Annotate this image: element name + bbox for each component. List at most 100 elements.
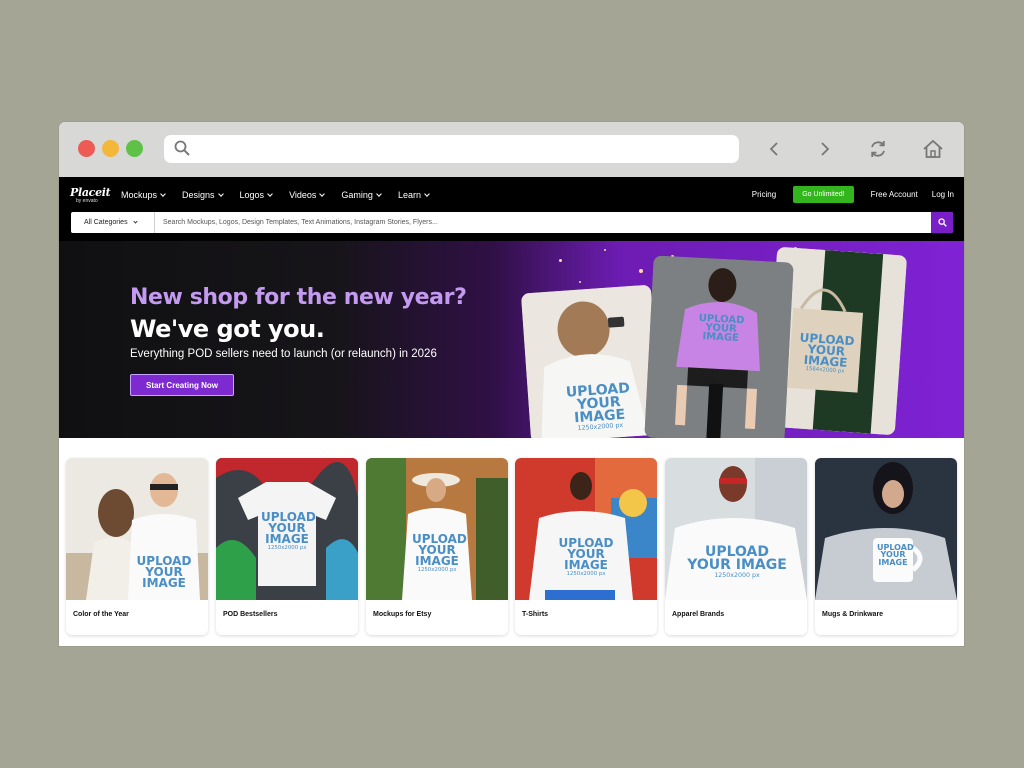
- start-creating-button[interactable]: Start Creating Now: [130, 374, 234, 396]
- menu-item-logos[interactable]: Logos: [240, 190, 273, 200]
- card-label: POD Bestsellers: [223, 611, 278, 618]
- print-text: UPLOAD YOUR IMAGE: [558, 536, 614, 573]
- print-text: UPLOAD YOUR IMAGE: [687, 544, 787, 573]
- category-card-mockups-for-etsy[interactable]: UPLOAD YOUR IMAGE 1250x2000 px Mockups fo…: [366, 458, 508, 635]
- category-card-t-shirts[interactable]: UPLOAD YOUR IMAGE 1250x2000 px T-Shirts: [515, 458, 657, 635]
- chevron-right-icon: [821, 142, 830, 156]
- home-icon: [923, 139, 943, 158]
- search-icon: [937, 218, 947, 227]
- category-card-mugs-drinkware[interactable]: UPLOAD YOUR IMAGE Mugs & Drinkware: [815, 458, 957, 635]
- back-button[interactable]: [761, 136, 787, 162]
- refresh-button[interactable]: [865, 136, 891, 162]
- upload-your-image-print: UPLOAD YOUR IMAGE 1250x2000 px: [261, 510, 316, 552]
- upload-your-image-print: UPLOAD YOUR IMAGE 1584x2000 px: [795, 330, 858, 376]
- category-card-apparel-brands[interactable]: UPLOAD YOUR IMAGE 1250x2000 px Apparel Br…: [665, 458, 807, 635]
- sparkle-decoration: [604, 249, 606, 251]
- print-dimensions: 1250x2000 px: [566, 571, 606, 578]
- hero-title-line2: We've got you.: [130, 315, 325, 343]
- card-image: UPLOAD YOUR IMAGE 1250x2000 px: [665, 458, 807, 600]
- hero-photo-hoodie: UPLOAD YOUR IMAGE: [644, 255, 794, 438]
- print-text: UPLOAD YOUR IMAGE: [799, 330, 855, 370]
- chevron-left-icon: [769, 142, 778, 156]
- go-unlimited-button[interactable]: Go Unlimited!: [793, 186, 854, 203]
- site-header: Placeit by envato Mockups Designs Logos …: [59, 177, 964, 241]
- site-search-button[interactable]: [931, 212, 953, 233]
- card-image: UPLOAD YOUR IMAGE 1250x2000 px: [216, 458, 358, 600]
- upload-your-image-print: UPLOAD YOUR IMAGE: [695, 312, 746, 345]
- hero-photo-illustration: [644, 255, 794, 438]
- card-label: Mugs & Drinkware: [822, 611, 884, 618]
- menu-item-videos[interactable]: Videos: [289, 190, 326, 200]
- refresh-icon: [871, 141, 885, 157]
- browser-toolbar: [59, 122, 964, 177]
- pricing-link[interactable]: Pricing: [752, 190, 776, 199]
- menu-item-learn[interactable]: Learn: [397, 190, 430, 200]
- card-label: T-Shirts: [522, 611, 549, 618]
- home-button[interactable]: [920, 136, 946, 162]
- maximize-window-button[interactable]: [126, 140, 143, 157]
- upload-your-image-print: UPLOAD YOUR IMAGE: [877, 544, 914, 567]
- chevron-down-icon: [132, 218, 138, 224]
- print-text: UPLOAD YOUR IMAGE: [261, 510, 316, 547]
- close-window-button[interactable]: [78, 140, 95, 157]
- chevron-down-icon: [160, 190, 166, 197]
- hero-banner: New shop for the new year? We've got you…: [59, 241, 964, 438]
- chevron-down-icon: [217, 190, 224, 197]
- sparkle-decoration: [639, 269, 643, 273]
- card-image: UPLOAD YOUR IMAGE: [66, 458, 208, 600]
- card-label: Apparel Brands: [672, 611, 725, 618]
- upload-your-image-print: UPLOAD YOUR IMAGE 1250x2000 px: [555, 536, 617, 578]
- free-account-link[interactable]: Free Account: [871, 190, 918, 199]
- menu-label: Designs: [182, 190, 215, 200]
- search-icon: [174, 140, 190, 156]
- minimize-window-button[interactable]: [102, 140, 119, 157]
- hero-title-line1: New shop for the new year?: [130, 285, 467, 310]
- sparkle-decoration: [559, 259, 562, 262]
- menu-label: Videos: [289, 190, 317, 200]
- upload-your-image-print: UPLOAD YOUR IMAGE 1250x2000 px: [558, 380, 641, 434]
- upload-your-image-print: UPLOAD YOUR IMAGE 1250x2000 px: [687, 544, 787, 579]
- login-link[interactable]: Log In: [932, 190, 954, 199]
- category-select[interactable]: All Categories: [71, 212, 155, 233]
- menu-item-mockups[interactable]: Mockups: [121, 190, 166, 200]
- category-select-value: All Categories: [84, 219, 128, 226]
- hero-photo-tshirt: UPLOAD YOUR IMAGE 1250x2000 px: [520, 284, 662, 438]
- account-nav: Pricing Go Unlimited! Free Account Log I…: [752, 186, 954, 203]
- upload-your-image-print: UPLOAD YOUR IMAGE 1250x2000 px: [412, 533, 467, 574]
- menu-item-gaming[interactable]: Gaming: [341, 190, 382, 200]
- menu-label: Learn: [397, 190, 421, 200]
- category-card-pod-bestsellers[interactable]: UPLOAD YOUR IMAGE 1250x2000 px POD Bestse…: [216, 458, 358, 635]
- upload-your-image-print: UPLOAD YOUR IMAGE: [136, 554, 192, 591]
- address-bar[interactable]: [164, 135, 739, 163]
- chevron-down-icon: [424, 190, 430, 197]
- category-cards: UPLOAD YOUR IMAGE Color of the Year UPLO…: [66, 458, 957, 636]
- chevron-down-icon: [267, 190, 273, 197]
- browser-window: Placeit by envato Mockups Designs Logos …: [59, 122, 964, 646]
- forward-button[interactable]: [812, 136, 838, 162]
- card-photo-illustration: [366, 458, 508, 600]
- menu-label: Mockups: [121, 190, 158, 200]
- main-menu: Mockups Designs Logos Videos Gaming Lear…: [121, 190, 446, 200]
- site-search-input[interactable]: Search Mockups, Logos, Design Templates,…: [163, 212, 438, 233]
- chevron-down-icon: [319, 190, 326, 197]
- sparkle-decoration: [579, 281, 581, 283]
- print-text: UPLOAD YOUR IMAGE: [877, 543, 914, 567]
- menu-label: Logos: [239, 190, 265, 200]
- hero-subtitle: Everything POD sellers need to launch (o…: [130, 348, 437, 360]
- menu-label: Gaming: [341, 190, 373, 200]
- card-photo-illustration: [515, 458, 657, 600]
- print-dimensions: 1250x2000 px: [714, 571, 760, 579]
- card-image: UPLOAD YOUR IMAGE 1250x2000 px: [515, 458, 657, 600]
- print-text: UPLOAD YOUR IMAGE: [136, 554, 192, 591]
- menu-item-designs[interactable]: Designs: [182, 190, 224, 200]
- print-text: UPLOAD YOUR IMAGE: [412, 532, 467, 569]
- print-text: UPLOAD YOUR IMAGE: [698, 312, 745, 345]
- card-label: Mockups for Etsy: [373, 611, 432, 618]
- card-image: UPLOAD YOUR IMAGE: [815, 458, 957, 600]
- card-label: Color of the Year: [73, 611, 129, 618]
- placeit-logo[interactable]: Placeit by envato: [70, 186, 111, 204]
- category-card-color-of-the-year[interactable]: UPLOAD YOUR IMAGE Color of the Year: [66, 458, 208, 635]
- print-dimensions: 1250x2000 px: [417, 567, 457, 574]
- print-text: UPLOAD YOUR IMAGE: [565, 380, 631, 427]
- chevron-down-icon: [376, 190, 382, 197]
